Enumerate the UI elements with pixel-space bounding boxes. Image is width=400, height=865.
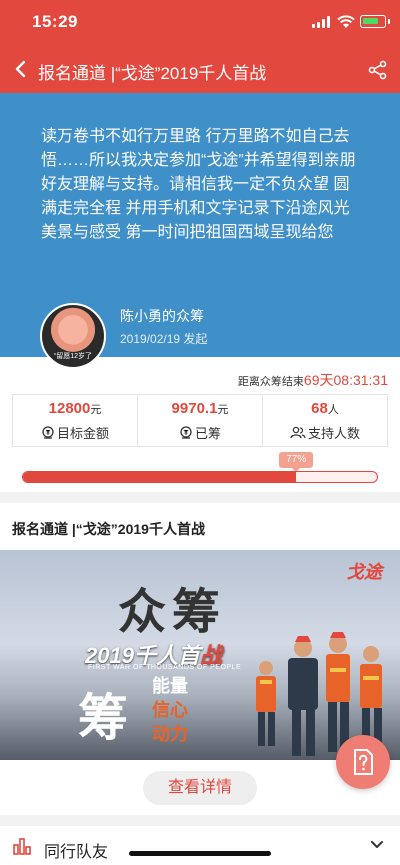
campaign-description: 读万卷书不如行万里路 行万里路不如自己去悟……所以我决定参加“戈途”并希望得到亲… <box>41 128 356 241</box>
status-bar: 15:29 <box>0 0 400 46</box>
countdown: 距离众筹结束69天08:31:31 <box>238 370 388 390</box>
stats-row: 12800元 目标金额 9970.1元 已筹 68人 支持人数 <box>12 394 388 447</box>
stat-supporters-value: 68 <box>311 400 328 417</box>
navbar: 报名通道 |“戈途”2019千人首战 <box>0 50 400 90</box>
target-money-icon <box>42 426 54 439</box>
status-time: 15:29 <box>32 12 78 31</box>
stat-supporters: 68人 支持人数 <box>263 395 387 446</box>
banner-headline: 众筹 <box>118 584 227 640</box>
stat-raised: 9970.1元 已筹 <box>138 395 263 446</box>
section-title: 报名通道 |“戈途”2019千人首战 <box>12 521 205 537</box>
home-indicator <box>129 851 271 856</box>
banner-side-text: 能量 信心 动力 <box>152 674 224 746</box>
screen: 15:29 报名通道 |“戈途”2019千人首战 读万卷书不如行万里路 行万里路… <box>0 0 400 865</box>
page-title: 报名通道 |“戈途”2019千人首战 <box>38 64 267 83</box>
chevron-down-icon <box>371 841 383 848</box>
banner-line: 能量 <box>152 676 188 696</box>
stat-target: 12800元 目标金额 <box>13 395 138 446</box>
stat-raised-label: 已筹 <box>194 426 221 441</box>
stat-target-label: 目标金额 <box>56 426 109 441</box>
progress-fill <box>23 472 296 482</box>
stat-supporters-label: 支持人数 <box>307 426 360 441</box>
progress-percent: 77% <box>279 452 314 472</box>
teammates-label: 同行队友 <box>44 844 109 861</box>
share-icon[interactable] <box>368 60 388 80</box>
back-icon[interactable] <box>12 58 30 80</box>
signal-icon <box>312 16 332 28</box>
stat-target-value: 12800 <box>48 400 91 417</box>
teammates-row[interactable]: 同行队友 <box>0 826 400 865</box>
stat-raised-unit: 元 <box>217 404 229 416</box>
raised-money-icon <box>180 426 192 439</box>
supporters-icon <box>290 426 306 439</box>
avatar-caption: “留愿12岁了 <box>53 353 93 360</box>
stats-card: 距离众筹结束69天08:31:31 12800元 目标金额 9970.1元 已筹… <box>0 357 400 492</box>
countdown-label: 距离众筹结束 <box>237 376 304 388</box>
progress-bar <box>22 471 378 483</box>
brand-logo: 戈途 <box>346 562 382 582</box>
view-details-button[interactable]: 查看详情 <box>143 771 257 805</box>
chart-icon <box>13 838 31 855</box>
campaign-banner[interactable]: 众筹 2019千人首战 FIRST WAR OF THOUSANDS OF PE… <box>0 550 400 760</box>
banner-line: 动力 <box>152 724 188 744</box>
question-doc-icon <box>354 749 373 775</box>
countdown-value: 69天08:31:31 <box>303 372 388 388</box>
stat-raised-value: 9970.1 <box>171 400 218 417</box>
banner-big-char: 筹 <box>78 688 128 747</box>
battery-icon <box>360 15 390 28</box>
stat-target-unit: 元 <box>90 404 102 416</box>
campaign-hero: 读万卷书不如行万里路 行万里路不如自己去悟……所以我决定参加“戈途”并希望得到亲… <box>0 93 400 369</box>
banner-caption: FIRST WAR OF THOUSANDS OF PEOPLE <box>88 664 242 671</box>
help-button[interactable] <box>336 735 390 789</box>
header: 15:29 报名通道 |“戈途”2019千人首战 <box>0 0 400 93</box>
banner-line: 信心 <box>152 700 188 720</box>
launch-date: 2019/02/19 发起 <box>120 332 208 346</box>
creator-name: 陈小勇的众筹 <box>120 308 204 324</box>
avatar[interactable]: “留愿12岁了 <box>40 303 106 369</box>
wifi-icon <box>337 15 355 28</box>
stat-supporters-unit: 人 <box>327 404 339 416</box>
